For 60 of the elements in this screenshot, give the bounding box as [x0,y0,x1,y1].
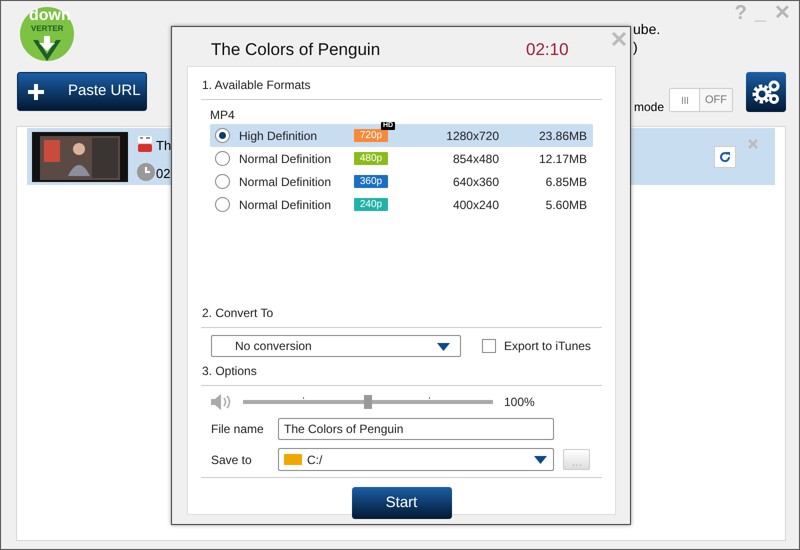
resolution-text: 640x360 [452,174,499,190]
radio-button[interactable] [215,151,230,166]
field-label: File name [211,421,265,438]
field-label: Save to [211,452,253,468]
itunes-checkbox[interactable] [482,339,496,353]
logo-text: VERTER [31,25,64,33]
radio-button[interactable] [215,128,230,143]
caret-icon [437,343,450,351]
section-heading: 3. Options [202,364,257,378]
duration-text: 02:10 [526,39,569,61]
itunes-label: Export to iTunes [504,338,591,355]
paste-url-button[interactable]: Paste URL [17,72,147,111]
folder-icon [284,454,302,465]
plus-icon [28,84,44,100]
volume-reading: 100% [504,394,535,411]
resolution-text: 1280x720 [445,128,499,144]
resolution-badge: 720p [354,129,388,142]
save-location-dropdown[interactable]: C:/ [278,448,554,471]
refresh-button[interactable] [714,146,736,168]
conversion-dropdown[interactable]: No conversion [211,335,461,357]
format-name: High Definition [239,128,318,144]
format-row[interactable]: Normal Definition 240p 400x240 5.60MB [210,193,593,216]
start-button[interactable]: Start [352,487,452,519]
container-label: MP4 [210,107,235,124]
resolution-badge: 360p [354,175,388,188]
settings-icon [751,79,781,105]
resolution-badge: 480p [354,152,388,165]
radio-button[interactable] [215,197,230,212]
volume-icon [211,394,233,410]
subtitle-text: ) [633,38,639,56]
tagline-text: ube. [633,20,660,38]
section-heading: 1. Available Formats [202,78,310,92]
format-name: Normal Definition [239,174,332,190]
clock-icon [137,163,155,181]
mode-label: mode [634,99,664,116]
section-heading: 2. Convert To [202,306,274,320]
mode-toggle[interactable]: OFF [669,88,733,112]
radio-button[interactable] [215,174,230,189]
format-name: Normal Definition [239,196,332,214]
file-name-field[interactable]: The Colors of Penguin [278,418,554,440]
format-row[interactable]: Normal Definition 360p 640x360 6.85MB [210,170,593,193]
file-size-text: 6.85MB [544,174,587,190]
resolution-text: 400x240 [452,196,499,214]
format-name: Normal Definition [239,150,332,168]
volume-slider[interactable] [243,395,493,409]
video-duration: 02 [156,165,170,183]
file-size-text: 23.86MB [538,128,587,144]
settings-button[interactable] [746,72,786,112]
file-size-text: 5.60MB [544,196,587,214]
video-site-icon [138,136,152,152]
resolution-text: 854x480 [452,150,499,168]
grip-icon [682,96,688,104]
caret-icon [534,456,547,464]
resolution-badge: 240p [354,198,388,211]
video-title: Th [156,137,172,155]
refresh-icon [719,151,731,163]
slider-thumb[interactable] [364,395,372,409]
format-row[interactable]: Normal Definition 480p 854x480 12.17MB [210,147,593,170]
dialog-title: The Colors of Penguin [211,39,380,61]
file-size-text: 12.17MB [538,150,587,168]
